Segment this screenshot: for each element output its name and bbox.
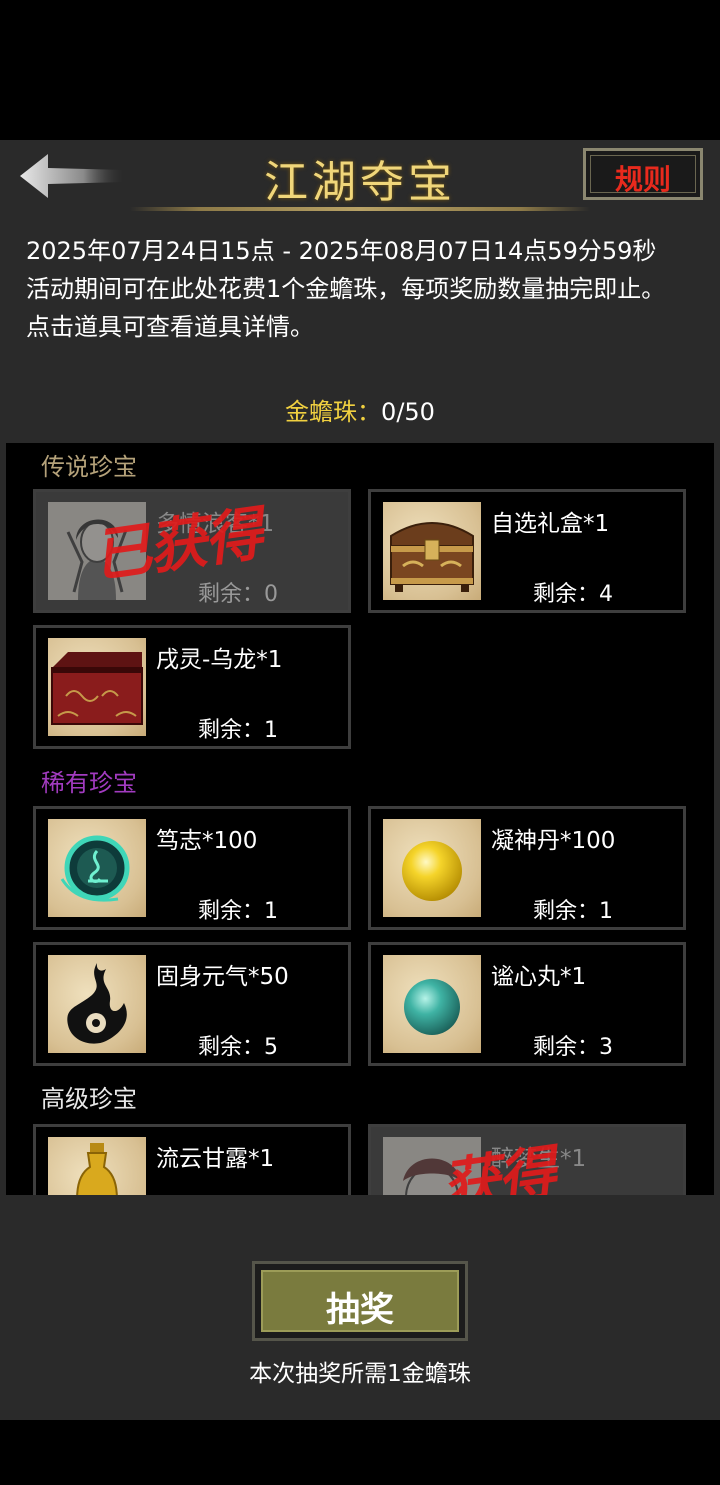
event-tip: 点击道具可查看道具详情。: [26, 313, 314, 341]
treasure-chest-icon: [383, 502, 481, 600]
prize-card[interactable]: 自选礼盒*1 剩余：4: [368, 489, 686, 613]
draw-label: 抽奖: [326, 1290, 394, 1330]
item-remaining: 剩余：3: [533, 1035, 613, 1060]
prize-card[interactable]: 流云甘露*1: [33, 1124, 351, 1195]
item-name: 自选礼盒*1: [491, 511, 610, 537]
item-name: 流云甘露*1: [156, 1146, 275, 1172]
event-period: 2025年07月24日15点 - 2025年08月07日14点59分59秒: [26, 237, 657, 265]
prize-card[interactable]: 笃志*100 剩余：1: [33, 806, 351, 930]
prize-card[interactable]: 戌灵-乌龙*1 剩余：1: [33, 625, 351, 749]
rules-button[interactable]: 规则: [583, 148, 703, 200]
draw-button-face: 抽奖: [261, 1270, 459, 1332]
draw-cost-note: 本次抽奖所需1金蟾珠: [249, 1361, 471, 1387]
yellow-pill-icon: [383, 819, 481, 917]
navigation-bar-area: [0, 1420, 720, 1485]
golden-vase-icon: [48, 1137, 146, 1195]
item-remaining: 剩余：5: [198, 1035, 278, 1060]
item-name: 笃志*100: [156, 828, 258, 854]
draw-button[interactable]: 抽奖: [252, 1261, 468, 1341]
prize-list[interactable]: 传说珍宝 多情浪客*1 剩余：0 已获得 自选礼盒*1 剩余：4 戌灵-乌龙*1…: [6, 443, 714, 1195]
red-box-icon: [48, 638, 146, 736]
prize-card[interactable]: 醉梦生*1 获得: [368, 1124, 686, 1195]
currency-counter: 金蟾珠：0/50: [0, 392, 720, 427]
event-info: 2025年07月24日15点 - 2025年08月07日14点59分59秒 活动…: [26, 232, 696, 346]
prize-card[interactable]: 凝神丹*100 剩余：1: [368, 806, 686, 930]
item-name: 谧心丸*1: [491, 964, 587, 990]
green-orb-icon: [48, 819, 146, 917]
black-flame-icon: [48, 955, 146, 1053]
event-description: 活动期间可在此处花费1个金蟾珠，每项奖励数量抽完即止。: [26, 275, 666, 303]
item-remaining: 剩余：4: [533, 582, 613, 607]
item-remaining: 剩余：0: [198, 582, 278, 607]
rules-label: 规则: [614, 163, 671, 196]
item-remaining: 剩余：1: [533, 899, 613, 924]
item-name: 凝神丹*100: [491, 828, 616, 854]
prize-card[interactable]: 谧心丸*1 剩余：3: [368, 942, 686, 1066]
section-label-rare: 稀有珍宝: [41, 769, 137, 797]
teal-pill-icon: [383, 955, 481, 1053]
section-label-legendary: 传说珍宝: [41, 453, 137, 481]
item-name: 戌灵-乌龙*1: [156, 647, 283, 673]
prize-card[interactable]: 固身元气*50 剩余：5: [33, 942, 351, 1066]
item-remaining: 剩余：1: [198, 899, 278, 924]
prize-card[interactable]: 多情浪客*1 剩余：0 已获得: [33, 489, 351, 613]
section-label-advanced: 高级珍宝: [41, 1085, 137, 1113]
item-name: 固身元气*50: [156, 964, 289, 990]
currency-label: 金蟾珠：: [285, 398, 382, 426]
currency-value: 0/50: [381, 398, 435, 426]
status-bar-area: [0, 0, 720, 140]
item-remaining: 剩余：1: [198, 718, 278, 743]
title-divider: [130, 207, 590, 211]
